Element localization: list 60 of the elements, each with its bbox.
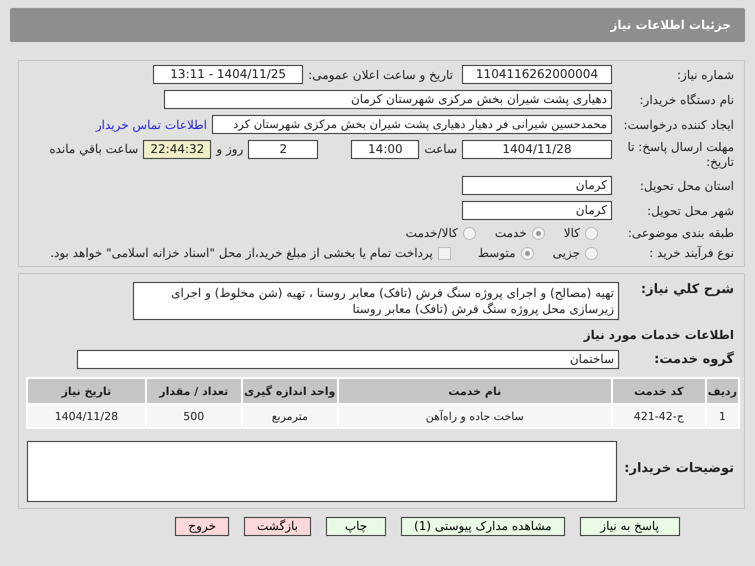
announce-date-field: 1404/11/25 - 13:11: [153, 65, 304, 84]
field-label: طبقه بندی موضوعی:: [626, 226, 734, 240]
table-cell: مترمربع: [242, 405, 337, 427]
radio-button[interactable]: [520, 246, 534, 260]
radio-button[interactable]: [585, 246, 598, 260]
notes-field[interactable]: [27, 441, 617, 502]
deadline-time-field: 14:00: [351, 140, 420, 159]
option-label: کالا: [564, 226, 580, 240]
section-title: اطلاعات خدمات مورد نیاز: [582, 328, 734, 342]
column-header: تعداد / مقدار: [146, 379, 241, 403]
field-label: مهلت ارسال پاسخ: تا تاریخ:: [626, 140, 734, 170]
option-label: کالا/خدمت: [406, 226, 458, 240]
table-cell: 500: [146, 405, 241, 427]
field-label: استان محل تحویل:: [638, 178, 734, 192]
option-label: جزیی: [552, 246, 580, 260]
column-header: نام خدمت: [338, 379, 611, 403]
time-label: ساعت: [424, 141, 457, 156]
action-button[interactable]: مشاهده مدارک پیوستی (1): [401, 517, 565, 536]
table-cell: 1: [706, 405, 738, 427]
need-number-field: 1104116262000004: [462, 65, 612, 84]
table-cell: 1404/11/28: [28, 405, 145, 427]
page-title: جزئیات اطلاعات نیاز: [610, 18, 731, 32]
days-label: روز و: [216, 141, 244, 156]
buyer-field: دهیاری پشت شیران بخش مرکزی شهرستان کرمان: [164, 90, 612, 109]
city-field: کرمان: [462, 201, 612, 220]
creator-field: محمدحسین شیرانی فر دهیار دهیاری پشت شیران بخش مرکزی شهرستان کرد: [212, 115, 612, 134]
column-header: تاریخ نیاز: [28, 379, 145, 403]
field-label: گروه خدمت:: [653, 352, 734, 367]
column-header: کد خدمت: [612, 379, 705, 403]
option-label: متوسط: [478, 246, 516, 260]
field-label: شماره نیاز:: [676, 68, 734, 82]
column-header: ردیف: [706, 379, 738, 403]
column-header: واحد اندازه گیری: [242, 379, 337, 403]
field-label: شرح کلي نياز:: [640, 282, 734, 297]
field-label: نوع فرآیند خرید :: [648, 246, 734, 260]
description-field: تهیه (مصالح) و اجرای پروژه سنگ فرش (تافک) معابر روستا ، تهیه (شن مخلوط) و اجرای زیرسازی محل پروژه سنگ فرش (تافک) معابر روستا: [133, 282, 619, 320]
field-label: شهر محل تحویل:: [646, 204, 734, 218]
field-label: نام دستگاه خریدار:: [638, 92, 734, 106]
remaining-label: ساعت باقي مانده: [49, 141, 138, 156]
radio-button[interactable]: [532, 226, 545, 240]
radio-button[interactable]: [585, 226, 598, 240]
table-cell: ج-42-421: [612, 405, 705, 427]
field-label: ایجاد کننده درخواست:: [622, 118, 734, 132]
action-button[interactable]: چاپ: [326, 517, 386, 536]
checkbox-label: پرداخت تمام یا بخشی از مبلغ خرید،از محل "اسناد خزانه اسلامی" خواهد بود.: [50, 246, 433, 260]
deadline-date-field: 1404/11/28: [462, 140, 612, 159]
buyer-contact-link[interactable]: اطلاعات تماس خریدار: [96, 118, 207, 132]
radio-button[interactable]: [462, 226, 476, 240]
checkbox[interactable]: [438, 246, 451, 260]
field-label: تاریخ و ساعت اعلان عمومی:: [308, 68, 453, 82]
remaining-time-field: 22:44:32: [143, 140, 212, 159]
days-field: 2: [248, 140, 318, 159]
service-group-field: ساختمان: [77, 350, 619, 369]
province-field: کرمان: [462, 176, 612, 195]
option-label: خدمت: [494, 226, 527, 240]
action-button[interactable]: پاسخ به نیاز: [580, 517, 680, 536]
action-button[interactable]: بازگشت: [244, 517, 311, 536]
field-label: توضیحات خریدار:: [623, 460, 734, 477]
action-button[interactable]: خروج: [175, 517, 229, 536]
table-cell: ساخت جاده و راه‌آهن: [338, 405, 611, 427]
